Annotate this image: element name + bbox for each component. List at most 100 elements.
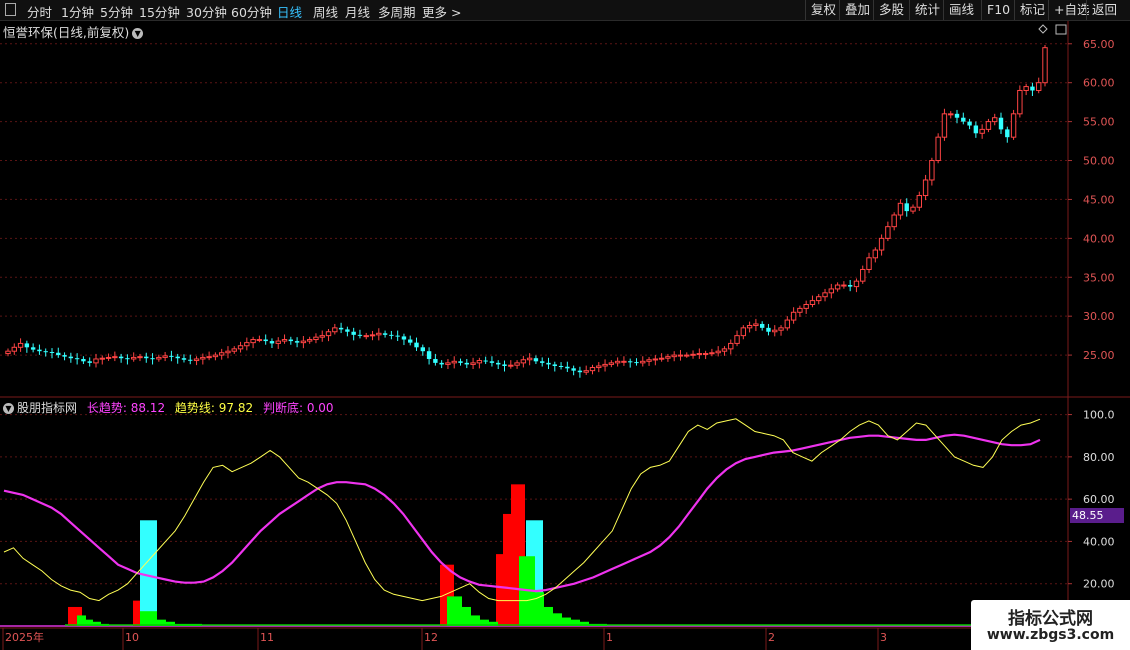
bottom-label: 判断底:: [262, 401, 304, 415]
price-tick-label: 50.00: [1083, 155, 1115, 168]
price-tick-label: 45.00: [1083, 193, 1115, 206]
candle-body: [294, 341, 300, 343]
candle-body: [363, 335, 369, 338]
long-trend-value: 88.12: [130, 401, 166, 415]
candle-body: [841, 284, 847, 287]
trend-line-label: 趋势线:: [174, 401, 215, 415]
candle-body: [1005, 129, 1010, 138]
candle-body: [218, 352, 225, 356]
candle-body: [288, 339, 294, 342]
stock-title: 恒誉环保(日线,前复权): [3, 25, 130, 40]
candle-body: [99, 357, 105, 360]
candle-body: [408, 339, 413, 343]
candle-body: [696, 353, 703, 356]
candle-body: [797, 307, 803, 313]
candle-body: [602, 363, 608, 367]
candle-body: [231, 348, 237, 352]
candle-body: [734, 335, 740, 344]
candle-body: [1042, 47, 1048, 84]
candle-body: [369, 334, 376, 337]
candle-body: [540, 361, 545, 363]
candle-body: [628, 361, 633, 363]
candle-body: [43, 351, 48, 353]
candle-body: [847, 285, 853, 287]
candle-body: [200, 356, 206, 360]
signal-bar: [544, 606, 553, 626]
candle-body: [646, 359, 652, 362]
candle-body: [169, 355, 174, 357]
indicator-title: ▼ 股朋指标网 长趋势: 88.12 趋势线: 97.82 判断底: 0.00: [3, 399, 334, 416]
candle-body: [853, 280, 860, 288]
signal-bar: [553, 613, 562, 626]
candle-body: [640, 360, 646, 364]
time-axis-label: 12: [424, 631, 438, 644]
chevron-down-icon[interactable]: ▼: [132, 28, 144, 39]
candle-body: [834, 284, 841, 290]
candle-body: [49, 351, 55, 353]
candle-body: [112, 356, 118, 359]
time-axis-label: 2025年: [5, 630, 44, 644]
pane-toggle-icon: [1055, 24, 1067, 35]
candle-body: [137, 356, 143, 359]
candle-body: [156, 356, 162, 360]
candle-body: [68, 356, 74, 359]
watermark-url: www.zbgs3.com: [986, 627, 1115, 643]
candle-body: [803, 304, 809, 309]
candle-body: [256, 339, 263, 342]
candle-body: [225, 350, 231, 354]
price-tick-label: 30.00: [1083, 310, 1115, 323]
candle-body: [702, 353, 709, 356]
candle-body: [433, 358, 438, 363]
candle-body: [345, 329, 350, 332]
candle-body: [809, 300, 816, 306]
candle-body: [263, 339, 268, 342]
candle-body: [558, 365, 564, 367]
candle-body: [1017, 89, 1023, 115]
candle-body: [514, 362, 520, 366]
candle-body: [458, 361, 463, 363]
candle-body: [338, 327, 344, 330]
candle-body: [759, 323, 765, 328]
candle-body: [150, 358, 155, 360]
candle-body: [212, 354, 219, 358]
price-tick-label: 40.00: [1083, 232, 1115, 245]
candle-body: [772, 329, 778, 333]
candle-body: [715, 350, 721, 354]
candle-body: [740, 327, 747, 337]
candle-body: [451, 360, 457, 364]
candle-body: [62, 355, 67, 357]
candle-body: [489, 361, 495, 363]
candle-body: [93, 358, 99, 364]
signal-bar: [140, 520, 157, 626]
candle-body: [690, 353, 696, 356]
chevron-down-icon[interactable]: ▼: [3, 403, 14, 414]
candle-body: [1010, 113, 1017, 138]
candle-body: [470, 362, 476, 365]
candle-body: [961, 117, 966, 122]
candle-body: [665, 356, 671, 359]
signal-bar: [503, 513, 512, 626]
price-tick-label: 55.00: [1083, 116, 1115, 129]
candle-body: [533, 358, 539, 362]
candle-body: [897, 202, 904, 216]
candle-body: [5, 350, 11, 355]
candle-body: [275, 340, 281, 344]
candle-body: [967, 121, 972, 126]
indicator-name: 股朋指标网: [17, 401, 78, 415]
candle-body: [483, 360, 488, 362]
candle-body: [998, 117, 1004, 130]
candle-body: [300, 340, 307, 344]
price-tick-label: 35.00: [1083, 271, 1115, 284]
candle-body: [684, 354, 690, 357]
candle-body: [904, 203, 909, 212]
candle-body: [753, 323, 759, 327]
candle-body: [746, 325, 753, 329]
stock-chart[interactable]: 65.0060.0055.0050.0045.0040.0035.0030.00…: [0, 0, 1130, 650]
candle-body: [426, 351, 432, 359]
candle-body: [979, 128, 985, 134]
candle-body: [125, 358, 130, 360]
candle-body: [401, 336, 407, 340]
candle-body: [589, 367, 596, 372]
candle-body: [577, 370, 583, 373]
signal-bar: [140, 611, 157, 626]
